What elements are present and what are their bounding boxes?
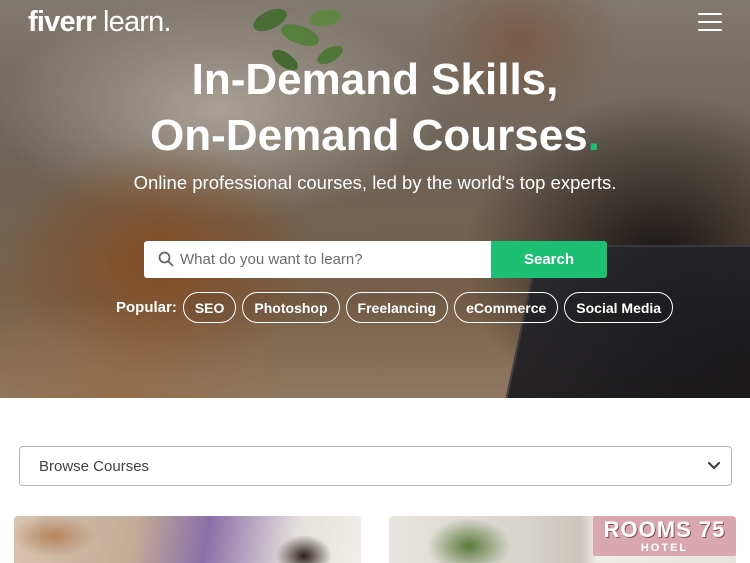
menu-bar	[698, 13, 722, 15]
hero-title-line1: In-Demand Skills,	[191, 55, 559, 104]
search-field[interactable]	[144, 241, 491, 278]
search-button[interactable]: Search	[491, 241, 607, 278]
menu-bar	[698, 21, 722, 23]
hotel-sign-image: ROOMS 75 HOTEL	[593, 516, 736, 556]
chevron-down-icon	[707, 461, 721, 470]
popular-tag-photoshop[interactable]: Photoshop	[242, 292, 340, 323]
course-card-thumbnail[interactable]	[14, 516, 361, 563]
search-icon	[158, 251, 174, 267]
popular-tag-ecommerce[interactable]: eCommerce	[454, 292, 559, 323]
hero-title-dot: .	[587, 111, 600, 160]
search-form: Search	[144, 241, 607, 278]
hero-title-line2: On-Demand Courses.	[0, 108, 750, 164]
menu-bar	[698, 29, 722, 31]
search-input[interactable]	[180, 241, 485, 278]
fiverr-learn-logo[interactable]: fiverr learn.	[28, 6, 172, 39]
hero-subtitle: Online professional courses, led by the …	[133, 172, 617, 193]
popular-tag-seo[interactable]: SEO	[182, 292, 237, 323]
hotel-sign-rooms: ROOMS 75	[603, 517, 726, 542]
browse-courses-label: Browse Courses	[39, 457, 150, 475]
popular-tag-freelancing[interactable]: Freelancing	[345, 292, 449, 323]
hero-title-text: On-Demand Courses	[150, 111, 588, 160]
popular-label: Popular:	[116, 299, 177, 316]
hotel-sign-hotel: HOTEL	[640, 542, 689, 554]
popular-tag-social-media[interactable]: Social Media	[564, 292, 674, 323]
course-card-thumbnail[interactable]: ROOMS 75 HOTEL	[389, 516, 736, 563]
popular-tags: Popular: SEO Photoshop Freelancing eComm…	[116, 292, 679, 323]
browse-courses-dropdown[interactable]: Browse Courses	[19, 446, 732, 486]
hamburger-menu-icon[interactable]	[698, 13, 722, 31]
